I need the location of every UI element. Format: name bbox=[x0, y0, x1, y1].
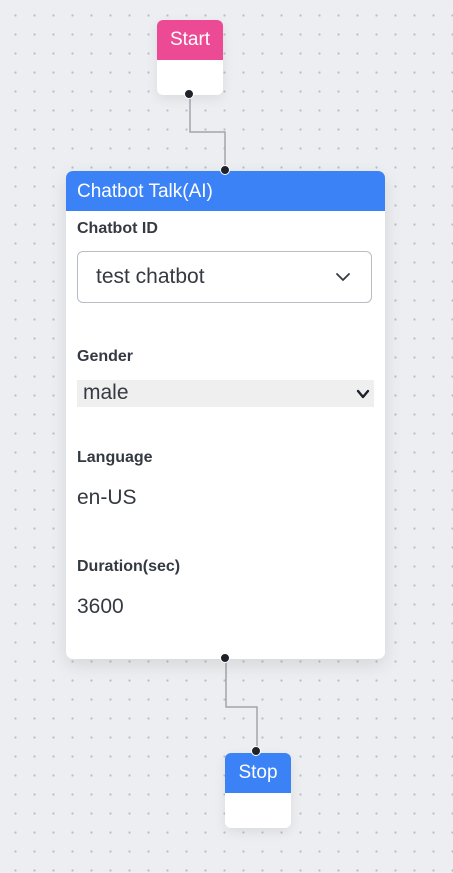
language-label: Language bbox=[77, 449, 153, 466]
start-node[interactable]: Start bbox=[157, 20, 223, 95]
chatbot-node-title: Chatbot Talk(AI) bbox=[66, 171, 385, 211]
chatbot-id-label: Chatbot ID bbox=[77, 220, 158, 237]
language-value: en-US bbox=[77, 486, 137, 509]
gender-value: male bbox=[83, 381, 129, 404]
start-node-label: Start bbox=[157, 20, 223, 60]
start-node-output-port[interactable] bbox=[184, 89, 194, 99]
chatbot-node-input-port[interactable] bbox=[220, 165, 230, 175]
stop-node[interactable]: Stop bbox=[225, 753, 291, 828]
edge-start-to-chatbot bbox=[189, 95, 226, 170]
duration-value: 3600 bbox=[77, 595, 124, 618]
gender-label: Gender bbox=[77, 348, 134, 365]
chevron-down-icon bbox=[336, 273, 350, 281]
edge-chatbot-to-stop bbox=[225, 659, 258, 752]
chatbot-id-select[interactable]: test chatbot bbox=[77, 251, 372, 303]
stop-node-label: Stop bbox=[225, 753, 291, 793]
chatbot-node-output-port[interactable] bbox=[220, 653, 230, 663]
duration-label: Duration(sec) bbox=[77, 558, 181, 575]
gender-select[interactable]: male bbox=[77, 380, 374, 407]
chevron-down-icon bbox=[356, 389, 370, 399]
stop-node-input-port[interactable] bbox=[251, 746, 261, 756]
chatbot-talk-node[interactable]: Chatbot Talk(AI) Chatbot ID test chatbot… bbox=[66, 171, 385, 659]
chatbot-id-value: test chatbot bbox=[96, 265, 205, 288]
